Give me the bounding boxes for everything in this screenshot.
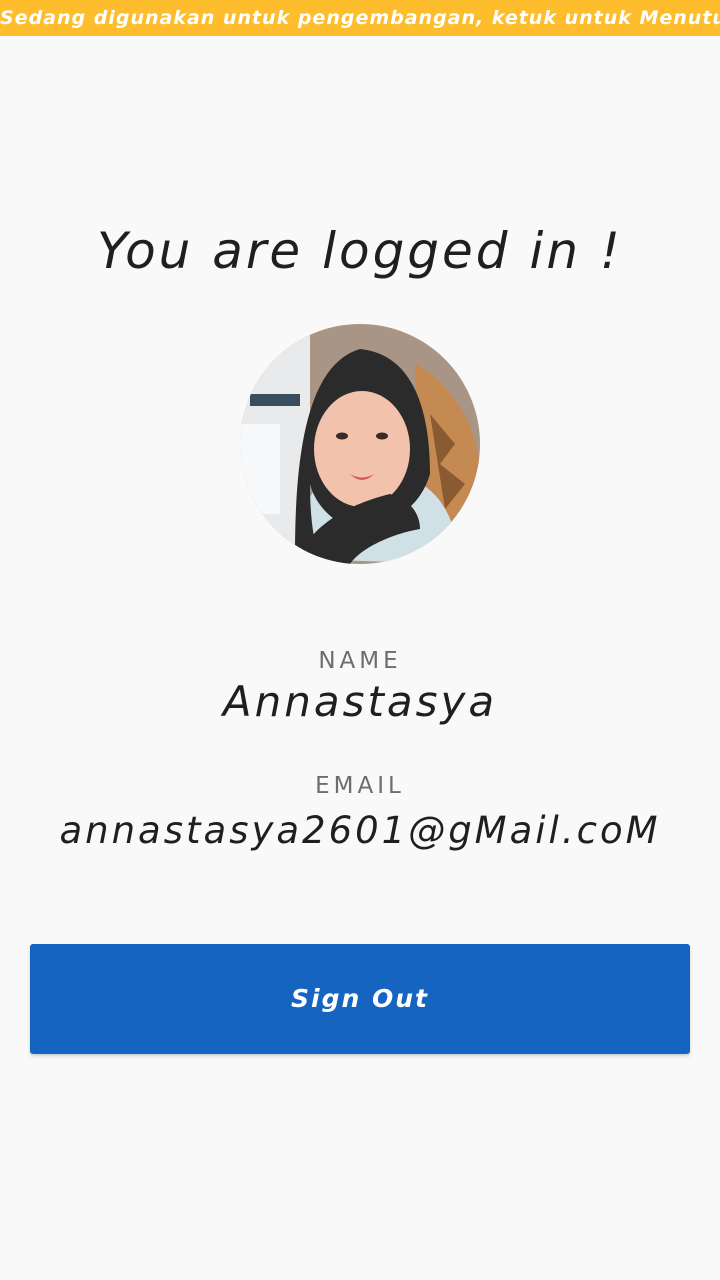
email-value: annastasya2601@gMail.coM [59,809,661,852]
dev-mode-banner-text: Sedang digunakan untuk pengembangan, ket… [0,7,720,29]
email-label: EMAIL [315,773,405,799]
avatar [240,324,480,564]
dev-mode-banner[interactable]: Sedang digunakan untuk pengembangan, ket… [0,0,720,36]
page-title: You are logged in ! [97,222,623,280]
name-value: Annastasya [222,677,498,726]
sign-out-button[interactable]: Sign Out [30,944,690,1054]
sign-out-button-label: Sign Out [291,984,429,1013]
avatar-photo [240,324,480,564]
